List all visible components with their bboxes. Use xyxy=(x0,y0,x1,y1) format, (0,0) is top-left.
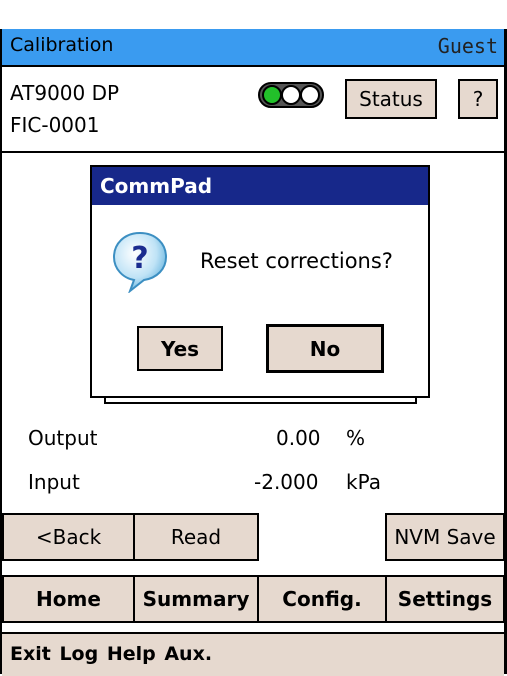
title-bar: Calibration Guest xyxy=(2,29,504,67)
device-model: AT9000 DP xyxy=(10,81,120,105)
input-value: -2.000 xyxy=(254,470,319,494)
status-button[interactable]: Status xyxy=(345,79,437,119)
footer-menu[interactable]: Exit Log Help Aux. xyxy=(10,643,212,665)
dialog-title: CommPad xyxy=(92,167,428,205)
device-tag: FIC-0001 xyxy=(10,113,100,137)
footer-menu-bar: Exit Log Help Aux. xyxy=(2,632,504,676)
no-button[interactable]: No xyxy=(266,324,384,373)
nav-settings-button[interactable]: Settings xyxy=(385,575,505,623)
output-value: 0.00 xyxy=(276,426,321,450)
output-unit: % xyxy=(346,426,366,450)
read-button[interactable]: Read xyxy=(133,513,259,561)
device-header: AT9000 DP FIC-0001 Status ? xyxy=(2,67,504,153)
nav-home-button[interactable]: Home xyxy=(2,575,135,623)
help-button[interactable]: ? xyxy=(458,79,498,119)
confirm-dialog: CommPad ? Reset corrections? Yes No xyxy=(90,165,430,398)
status-lights-icon xyxy=(258,82,324,108)
question-icon: ? xyxy=(112,231,168,293)
svg-text:?: ? xyxy=(131,241,148,276)
yes-button[interactable]: Yes xyxy=(137,326,223,371)
back-button[interactable]: <Back xyxy=(2,513,135,561)
output-label: Output xyxy=(28,426,98,450)
app-title: Calibration xyxy=(10,34,114,56)
input-unit: kPa xyxy=(346,470,381,494)
nav-config-button[interactable]: Config. xyxy=(257,575,387,623)
dialog-message: Reset corrections? xyxy=(200,249,393,273)
nav-summary-button[interactable]: Summary xyxy=(133,575,259,623)
input-label: Input xyxy=(28,470,80,494)
user-label: Guest xyxy=(437,34,498,58)
nvm-save-button[interactable]: NVM Save xyxy=(385,513,505,561)
